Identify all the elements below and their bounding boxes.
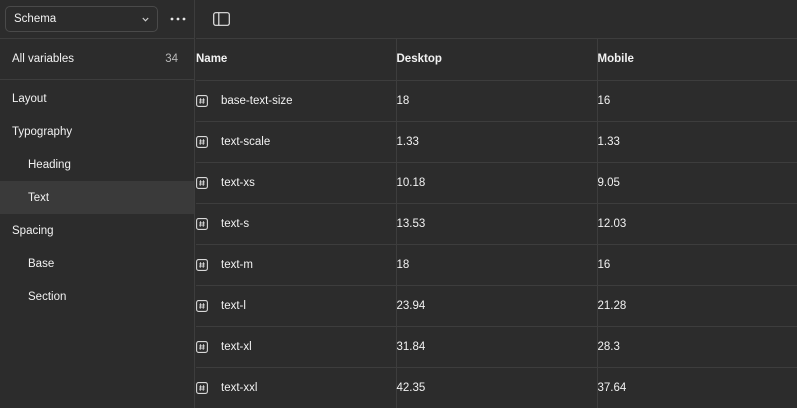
group-item-label: Section — [28, 290, 67, 303]
sidebar-header: Schema — [0, 0, 194, 39]
variable-name-cell[interactable]: text-l — [196, 285, 396, 327]
group-item-label: Typography — [12, 125, 73, 138]
number-variable-icon — [196, 135, 208, 148]
column-header-name[interactable]: Name — [196, 39, 396, 81]
number-variable-icon — [196, 217, 208, 230]
desktop-value-cell[interactable]: 18 — [395, 80, 597, 122]
variable-name-cell[interactable]: text-s — [196, 203, 396, 245]
desktop-value-cell[interactable]: 42.35 — [395, 367, 597, 408]
number-variable-icon — [196, 340, 208, 353]
table-header-row: Name Desktop Mobile — [196, 39, 797, 81]
mobile-value-cell[interactable]: 28.3 — [596, 326, 797, 368]
variable-name-cell[interactable]: text-xxl — [196, 367, 396, 408]
sidebar-panel-icon — [212, 12, 230, 26]
number-variable-icon — [196, 94, 208, 107]
table-row[interactable]: text-s 13.53 12.03 — [196, 203, 797, 245]
group-list: Layout Typography Heading Text Spacing B… — [0, 80, 194, 313]
variable-name: text-s — [221, 217, 250, 230]
desktop-value-cell[interactable]: 31.84 — [395, 326, 597, 368]
variables-main: Name Desktop Mobile base-text-size 18 16 — [196, 0, 797, 408]
group-item-layout[interactable]: Layout — [0, 82, 194, 115]
desktop-value-cell[interactable]: 23.94 — [395, 285, 597, 327]
toolbar — [196, 0, 797, 39]
group-item-heading[interactable]: Heading — [0, 148, 194, 181]
number-variable-icon — [196, 381, 208, 394]
sidebar: Schema All variables 34 Layout Typograph… — [0, 0, 195, 408]
mobile-value-cell[interactable]: 16 — [596, 244, 797, 286]
all-variables-item[interactable]: All variables 34 — [0, 39, 194, 80]
group-item-section[interactable]: Section — [0, 280, 194, 313]
all-variables-label: All variables — [12, 53, 74, 65]
group-item-spacing[interactable]: Spacing — [0, 214, 194, 247]
more-options-button[interactable] — [168, 10, 188, 28]
variable-name: text-xl — [221, 340, 252, 353]
number-variable-icon — [196, 176, 208, 189]
mobile-value-cell[interactable]: 16 — [596, 80, 797, 122]
column-header-mobile[interactable]: Mobile — [596, 39, 797, 81]
mobile-value-cell[interactable]: 1.33 — [596, 121, 797, 163]
desktop-value-cell[interactable]: 10.18 — [395, 162, 597, 204]
table-row[interactable]: text-l 23.94 21.28 — [196, 285, 797, 327]
desktop-value-cell[interactable]: 1.33 — [395, 121, 597, 163]
group-item-label: Spacing — [12, 224, 54, 237]
toggle-sidebar-button[interactable] — [212, 11, 230, 27]
variable-name: base-text-size — [221, 94, 293, 107]
variable-name: text-xxl — [221, 381, 258, 394]
number-variable-icon — [196, 258, 208, 271]
variable-name: text-l — [221, 299, 246, 312]
more-icon — [170, 17, 186, 21]
table-row[interactable]: text-xxl 42.35 37.64 — [196, 367, 797, 408]
group-item-typography[interactable]: Typography — [0, 115, 194, 148]
group-item-label: Layout — [12, 92, 47, 105]
group-item-base[interactable]: Base — [0, 247, 194, 280]
group-item-text[interactable]: Text — [0, 181, 194, 214]
group-item-label: Base — [28, 257, 55, 270]
group-item-label: Text — [28, 191, 50, 204]
mobile-value-cell[interactable]: 9.05 — [596, 162, 797, 204]
all-variables-count: 34 — [165, 53, 178, 65]
collection-select-label: Schema — [14, 13, 57, 25]
variable-name-cell[interactable]: text-m — [196, 244, 396, 286]
variable-name-cell[interactable]: text-scale — [196, 121, 396, 163]
desktop-value-cell[interactable]: 18 — [395, 244, 597, 286]
variable-name: text-m — [221, 258, 253, 271]
table-row[interactable]: text-xl 31.84 28.3 — [196, 326, 797, 368]
variables-table: Name Desktop Mobile base-text-size 18 16 — [196, 39, 797, 408]
desktop-value-cell[interactable]: 13.53 — [395, 203, 597, 245]
mobile-value-cell[interactable]: 12.03 — [596, 203, 797, 245]
collection-select[interactable]: Schema — [5, 6, 158, 32]
variable-name-cell[interactable]: base-text-size — [196, 80, 396, 122]
table-row[interactable]: text-xs 10.18 9.05 — [196, 162, 797, 204]
variable-name-cell[interactable]: text-xs — [196, 162, 396, 204]
variable-name: text-scale — [221, 135, 271, 148]
variable-name-cell[interactable]: text-xl — [196, 326, 396, 368]
table-row[interactable]: text-scale 1.33 1.33 — [196, 121, 797, 163]
number-variable-icon — [196, 299, 208, 312]
mobile-value-cell[interactable]: 37.64 — [596, 367, 797, 408]
group-item-label: Heading — [28, 158, 71, 171]
variables-panel: Schema All variables 34 Layout Typograph… — [0, 0, 797, 408]
variable-name: text-xs — [221, 176, 255, 189]
chevron-down-icon — [141, 15, 149, 23]
table-row[interactable]: base-text-size 18 16 — [196, 80, 797, 122]
column-header-desktop[interactable]: Desktop — [395, 39, 597, 81]
table-row[interactable]: text-m 18 16 — [196, 244, 797, 286]
mobile-value-cell[interactable]: 21.28 — [596, 285, 797, 327]
